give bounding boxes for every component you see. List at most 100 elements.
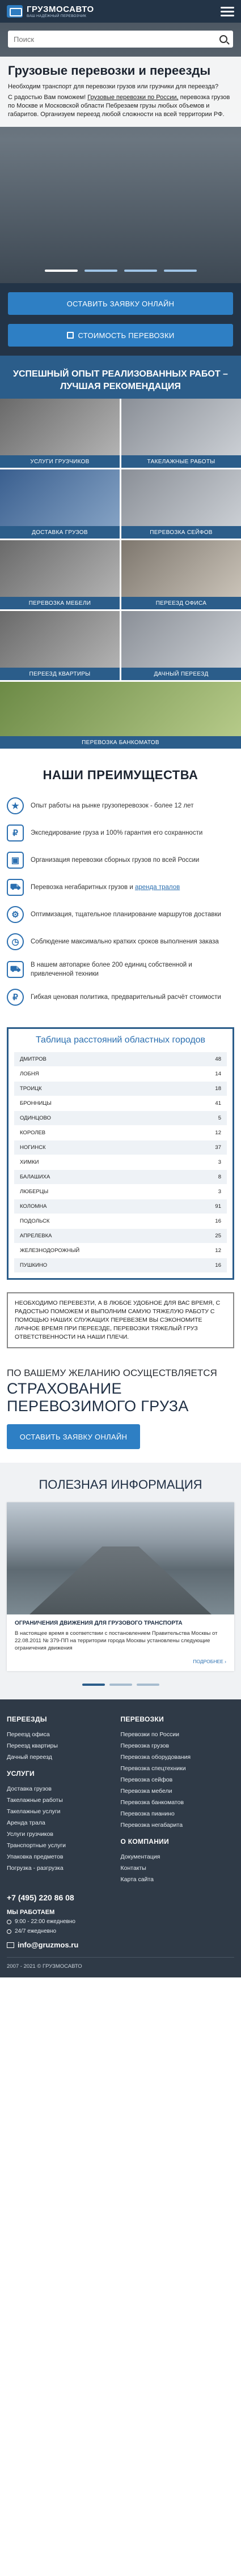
tile-dacha-move[interactable]: ДАЧНЫЙ ПЕРЕЕЗД xyxy=(121,611,241,680)
table-row: Королев 12 xyxy=(14,1125,227,1140)
working-hours: МЫ РАБОТАЕМ 9:00 - 22:00 ежедневно 24/7 … xyxy=(7,1909,75,1934)
news-card-title[interactable]: ОГРАНИЧЕНИЯ ДВИЖЕНИЯ ДЛЯ ГРУЗОВОГО ТРАНС… xyxy=(7,1614,234,1630)
footer-link[interactable]: Дачный переезд xyxy=(7,1751,121,1763)
tile-loaders[interactable]: УСЛУГИ ГРУЗЧИКОВ xyxy=(0,399,120,468)
experience-banner: Успешный опыт реализованных работ – лучш… xyxy=(0,356,241,399)
truck-icon: ⛟ xyxy=(7,879,24,896)
slider-dot[interactable] xyxy=(109,1684,132,1686)
footer-link[interactable]: Документация xyxy=(121,1851,235,1862)
hero-slider-dots xyxy=(0,270,241,272)
advantage-item: ★ Опыт работы на рынке грузоперевозок - б… xyxy=(7,797,234,814)
table-row: Лобня 14 xyxy=(14,1066,227,1081)
advantage-item: ⛟ Перевозка негабаритных грузов и аренда … xyxy=(7,879,234,896)
footer-phone[interactable]: +7 (495) 220 86 08 xyxy=(7,1893,234,1902)
insurance-order-button[interactable]: ОСТАВИТЬ ЗАЯВКУ ОНЛАЙН xyxy=(7,1424,140,1449)
price-button[interactable]: СТОИМОСТЬ ПЕРЕВОЗКИ xyxy=(8,324,233,347)
slider-dot[interactable] xyxy=(44,270,78,272)
slider-dot[interactable] xyxy=(124,270,157,272)
advantage-item: ▣ Организация перевозки сборных грузов по… xyxy=(7,852,234,869)
clock-icon: ◷ xyxy=(7,933,24,950)
footer-col-moving: ПЕРЕЕЗДЫ Переезд офиса Переезд квартиры … xyxy=(7,1715,121,1885)
services-grid: УСЛУГИ ГРУЗЧИКОВ ТАКЕЛАЖНЫЕ РАБОТЫ ДОСТА… xyxy=(0,399,241,749)
footer-link[interactable]: Перевозка спецтехники xyxy=(121,1763,235,1774)
tile-office-move[interactable]: ПЕРЕЕЗД ОФИСА xyxy=(121,540,241,609)
insurance-section: По вашему желанию осуществляется страхов… xyxy=(0,1348,241,1463)
advantage-item: ◷ Соблюдение максимально кратких сроков в… xyxy=(7,933,234,950)
search-input[interactable] xyxy=(14,35,219,44)
footer-link[interactable]: Перевозка оборудования xyxy=(121,1751,235,1763)
footer-link[interactable]: Перевозки по России xyxy=(121,1729,235,1740)
footer-link[interactable]: Транспортные услуги xyxy=(7,1840,121,1851)
footer-link[interactable]: Погрузка - разгрузка xyxy=(7,1862,121,1874)
fleet-icon: ⛟ xyxy=(7,961,24,978)
hero-banner: Грузовые перевозки и переезды Необходим … xyxy=(0,23,241,283)
distance-table: Таблица расстояний областных городов Дми… xyxy=(7,1027,234,1280)
news-card[interactable]: ОГРАНИЧЕНИЯ ДВИЖЕНИЯ ДЛЯ ГРУЗОВОГО ТРАНС… xyxy=(7,1502,234,1671)
table-row: Подольск 16 xyxy=(14,1214,227,1228)
news-slider-dots xyxy=(7,1684,234,1686)
advantages-list: ★ Опыт работы на рынке грузоперевозок - б… xyxy=(7,797,234,1006)
footer-link[interactable]: Такелажные услуги xyxy=(7,1806,121,1817)
star-badge-icon: ★ xyxy=(7,797,24,814)
footer-link[interactable]: Контакты xyxy=(121,1862,235,1874)
footer-link[interactable]: Перевозка пианино xyxy=(121,1808,235,1819)
table-row: Одинцово 5 xyxy=(14,1110,227,1125)
hero-text-box: Грузовые перевозки и переезды Необходим … xyxy=(0,57,241,127)
footer-link[interactable]: Аренда трала xyxy=(7,1817,121,1829)
footer-link[interactable]: Упаковка предметов xyxy=(7,1851,121,1862)
footer-link[interactable]: Перевозка грузов xyxy=(121,1740,235,1751)
tile-delivery[interactable]: ДОСТАВКА ГРУЗОВ xyxy=(0,469,120,539)
table-row: Апрелевка 25 xyxy=(14,1228,227,1243)
table-row: Бронницы 41 xyxy=(14,1096,227,1110)
site-logo[interactable]: ГРУЗМОСАВТО ВАШ НАДЁЖНЫЙ ПЕРЕВОЗЧИК xyxy=(7,5,94,18)
news-more-link[interactable]: ПОДРОБНЕЕ › xyxy=(7,1652,234,1671)
footer-link[interactable]: Переезд квартиры xyxy=(7,1740,121,1751)
distance-table-title: Таблица расстояний областных городов xyxy=(35,1035,206,1045)
table-row: Троицк 18 xyxy=(14,1081,227,1096)
trawl-rent-link[interactable]: аренда тралов xyxy=(135,884,180,891)
footer-link[interactable]: Карта сайта xyxy=(121,1874,235,1885)
table-row: Ногинск 37 xyxy=(14,1140,227,1155)
insurance-icon: ₽ xyxy=(7,825,24,841)
logo-title: ГРУЗМОСАВТО xyxy=(27,4,94,14)
menu-burger-icon[interactable] xyxy=(221,6,234,16)
tile-furniture[interactable]: ПЕРЕВОЗКА МЕБЕЛИ xyxy=(0,540,120,609)
footer-email[interactable]: info@gruzmos.ru xyxy=(7,1941,234,1949)
table-row: Железнодорожный 12 xyxy=(14,1243,227,1258)
slider-dot[interactable] xyxy=(84,270,117,272)
advantage-item: ⚙ Оптимизация, тщательное планирование ма… xyxy=(7,906,234,923)
footer-link[interactable]: Перевозка сейфов xyxy=(121,1774,235,1785)
table-row: Коломна 91 xyxy=(14,1199,227,1214)
insurance-subtitle: По вашему желанию осуществляется xyxy=(7,1368,217,1378)
slider-dot[interactable] xyxy=(136,1684,159,1686)
footer-link[interactable]: Услуги грузчиков xyxy=(7,1829,121,1840)
footer-link[interactable]: Перевозка банкоматов xyxy=(121,1797,235,1808)
tile-apartment-move[interactable]: ПЕРЕЕЗД КВАРТИРЫ xyxy=(0,611,120,680)
logo-truck-icon xyxy=(7,5,23,18)
cta-section: ОСТАВИТЬ ЗАЯВКУ ОНЛАЙН СТОИМОСТЬ ПЕРЕВОЗ… xyxy=(0,283,241,356)
tile-atm[interactable]: ПЕРЕВОЗКА БАНКОМАТОВ xyxy=(0,682,241,749)
box-icon: ▣ xyxy=(7,852,24,869)
footer-link[interactable]: Такелажные работы xyxy=(7,1795,121,1806)
footer-link[interactable]: Перевозка мебели xyxy=(121,1785,235,1797)
table-row: Дмитров 48 xyxy=(14,1052,227,1066)
route-icon: ⚙ xyxy=(7,906,24,923)
footer-link[interactable]: Доставка грузов xyxy=(7,1783,121,1795)
tile-rigging[interactable]: ТАКЕЛАЖНЫЕ РАБОТЫ xyxy=(121,399,241,468)
news-section: ПОЛЕЗНАЯ ИНФОРМАЦИЯ ОГРАНИЧЕНИЯ ДВИЖЕНИЯ… xyxy=(0,1463,241,1699)
search-icon[interactable] xyxy=(219,35,227,43)
tile-safes[interactable]: ПЕРЕВОЗКА СЕЙФОВ xyxy=(121,469,241,539)
advantages-section: НАШИ ПРЕИМУЩЕСТВА ★ Опыт работы на рынке … xyxy=(0,749,241,1023)
advantage-item: ₽ Гибкая ценовая политика, предварительны… xyxy=(7,989,234,1006)
notice-box: Необходимо перевезти, а в любое удобное … xyxy=(7,1292,234,1348)
slider-dot[interactable] xyxy=(163,270,197,272)
table-row: Химки 3 xyxy=(14,1155,227,1169)
footer-link[interactable]: Перевозка негабарита xyxy=(121,1819,235,1831)
copyright: 2007 - 2021 © ГРУЗМОСАВТО xyxy=(7,1957,234,1970)
news-card-text: В настоящее время в соответствии с поста… xyxy=(15,1630,218,1651)
search-bar xyxy=(8,31,233,48)
footer-link[interactable]: Переезд офиса xyxy=(7,1729,121,1740)
order-online-button[interactable]: ОСТАВИТЬ ЗАЯВКУ ОНЛАЙН xyxy=(8,292,233,315)
hero-link-russia[interactable]: Грузовые перевозки по России, xyxy=(87,94,178,101)
slider-dot[interactable] xyxy=(82,1684,105,1686)
